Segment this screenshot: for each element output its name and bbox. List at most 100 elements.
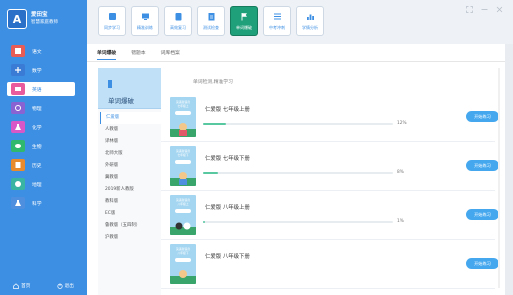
version-item[interactable]: 2019新人教版 [100,184,161,196]
fullscreen-icon[interactable] [466,6,473,13]
power-icon [57,283,63,289]
book-title: 仁爱版 七年级上册 [205,107,250,113]
tool-sync-learning[interactable]: 同步学习 [98,6,126,36]
test-paper-icon [208,13,214,21]
subject-item-chemistry[interactable]: 化学 [7,120,75,134]
list-icon [273,13,281,20]
book-row: 英语新语音 七年级上 仁爱版 七年级上册 12% 开始练习 [161,94,499,142]
tab-word-blast[interactable]: 单词爆破 [97,49,117,60]
version-item[interactable]: 仁爱版 [100,112,161,124]
home-icon [13,283,19,289]
progress-fill [203,172,219,174]
subject-item-math[interactable]: 数学 [7,63,75,77]
flask-science-icon [11,197,25,209]
book-cover: 英语新语音 八年级下 [170,244,196,284]
subject-label: 数学 [32,68,42,74]
subject-label: 语文 [32,49,42,55]
version-item[interactable]: 鲁教版（五四制） [100,220,161,232]
version-item[interactable]: EC版 [100,208,161,220]
subject-item-chinese[interactable]: 语文 [7,44,75,58]
version-item[interactable]: 冀教版 [100,172,161,184]
book-title: 仁爱版 七年级下册 [205,156,250,162]
progress-bar [203,172,393,174]
version-item[interactable]: 北师大版 [100,148,161,160]
tab-bar: 单词爆破 错题本 词库档案 [97,49,180,60]
subject-item-biology[interactable]: 生物 [7,139,75,153]
tab-divider [87,61,505,62]
tool-efficient-review[interactable]: 高效复习 [164,6,192,36]
start-practice-button[interactable]: 开始练习 [466,160,499,171]
version-header: 单词爆破 [98,68,161,109]
book-cover: 英语新语音 八年级上 [170,195,196,235]
subject-label: 物理 [32,106,42,112]
tool-word-blast[interactable]: 单词爆破 [230,6,258,36]
book-cover: 英语新语音 七年级上 [170,97,196,137]
progress-percent: 12% [397,121,407,126]
subject-label: 生物 [32,144,42,150]
tool-exam-sprint[interactable]: 中考冲刺 [263,6,291,36]
progress-fill [203,221,205,223]
monitor-icon [141,13,149,20]
book-open-icon [108,13,116,20]
globe-icon [11,178,25,190]
book-row: 英语新语音 八年级上 仁爱版 八年级上册 1% 开始练习 [161,192,499,240]
progress-percent: 8% [397,170,404,175]
clipboard-icon [175,13,181,21]
version-header-title: 单词爆破 [108,97,134,105]
home-button[interactable]: 首页 [13,283,30,289]
start-practice-button[interactable]: 开始练习 [466,209,499,220]
version-list: 仁爱版 人教版 译林版 北师大版 外研版 冀教版 2019新人教版 教科版 EC… [98,109,161,244]
brand: A 爱田宝 智慧家庭教师 [7,9,58,29]
main-content: 单词爆破 错题本 词库档案 单词爆破 仁爱版 人教版 译林版 北师大版 外研版 … [87,44,505,295]
scrollbar[interactable] [498,68,500,288]
book-title: 仁爱版 八年级下册 [205,254,250,260]
minimize-icon[interactable] [481,6,488,13]
book-title: 仁爱版 八年级上册 [205,205,250,211]
book-row: 英语新语音 七年级下 仁爱版 七年级下册 8% 开始练习 [161,143,499,191]
book-cover: 英语新语音 七年级下 [170,146,196,186]
window-controls [466,6,503,13]
flask-icon [11,121,25,133]
abc-icon [11,83,25,95]
version-item[interactable]: 沪教版 [100,232,161,244]
cover-illustration-icon [170,222,196,235]
cover-illustration-icon [170,123,196,137]
subject-item-science[interactable]: 科学 [7,196,75,210]
book-list: 单词检测,精准学习 英语新语音 七年级上 仁爱版 七年级上册 12% 开始练习 英… [161,68,499,295]
book-icon [11,45,25,57]
bar-chart-icon [306,14,314,20]
subject-label: 地理 [32,182,42,188]
word-blast-panel: 单词爆破 仁爱版 人教版 译林版 北师大版 外研版 冀教版 2019新人教版 教… [98,68,499,295]
cover-illustration-icon [170,270,196,284]
subject-item-english[interactable]: 英语 [7,82,75,96]
subject-label: 化学 [32,125,42,131]
progress-bar [203,123,393,125]
calculator-icon [11,64,25,76]
cover-illustration-icon [170,172,196,186]
progress-percent: 1% [397,219,404,224]
scroll-icon [11,159,25,171]
tool-learning-analysis[interactable]: 学情分析 [296,6,324,36]
tool-test-check[interactable]: 测试检查 [197,6,225,36]
subject-item-physics[interactable]: 物理 [7,101,75,115]
subject-label: 科学 [32,201,42,207]
sidebar-footer: 首页 退出 [0,283,87,289]
version-item[interactable]: 译林版 [100,136,161,148]
tab-vocabulary-archive[interactable]: 词库档案 [161,49,180,60]
leaf-icon [11,140,25,152]
start-practice-button[interactable]: 开始练习 [466,111,499,122]
progress-bar [203,221,393,223]
subject-item-geography[interactable]: 地理 [7,177,75,191]
version-item[interactable]: 教科版 [100,196,161,208]
tool-precise-training[interactable]: 精准训练 [131,6,159,36]
sidebar: A 爱田宝 智慧家庭教师 语文 数学 英语 物理 化学 生物 历史 地理 科学 … [0,0,87,295]
subject-item-history[interactable]: 历史 [7,158,75,172]
tab-wrong-questions[interactable]: 错题本 [131,49,145,60]
start-practice-button[interactable]: 开始练习 [466,258,499,269]
close-icon[interactable] [496,6,503,13]
logout-button[interactable]: 退出 [57,283,74,289]
flag-icon [241,13,247,21]
version-item[interactable]: 外研版 [100,160,161,172]
version-item[interactable]: 人教版 [100,124,161,136]
logo: A [7,9,27,29]
